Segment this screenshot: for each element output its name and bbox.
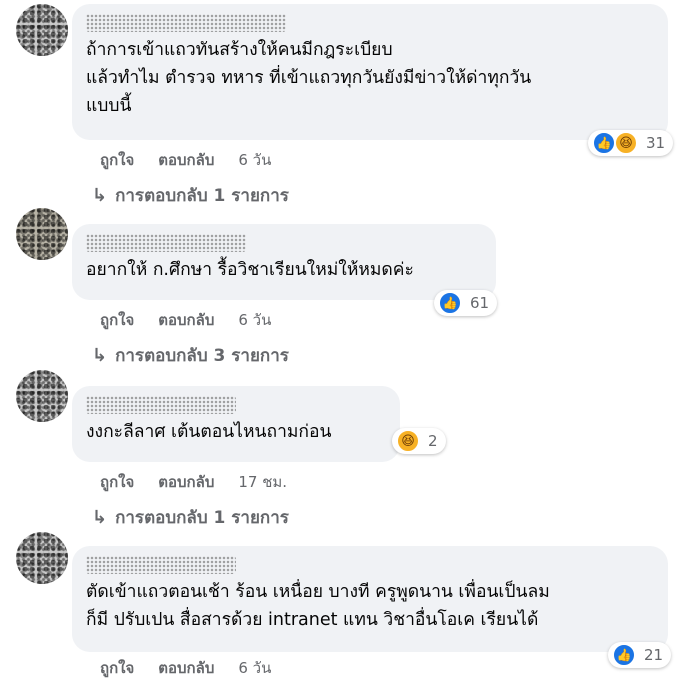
view-replies-link[interactable]: ↳ การตอบกลับ 1 รายการ: [92, 504, 289, 531]
author-name-blurred[interactable]: [86, 396, 236, 414]
comment-actions: ถูกใจ ตอบกลับ 17 ชม.: [100, 470, 287, 494]
timestamp[interactable]: 6 วัน: [238, 656, 271, 680]
replies-label: การตอบกลับ 3 รายการ: [115, 346, 289, 366]
avatar[interactable]: [16, 4, 68, 56]
comment-actions: ถูกใจ ตอบกลับ 6 วัน: [100, 148, 271, 172]
timestamp[interactable]: 6 วัน: [238, 308, 271, 332]
view-replies-link[interactable]: ↳ การตอบกลับ 1 รายการ: [92, 182, 289, 209]
author-name-blurred[interactable]: [86, 14, 286, 32]
reaction-summary[interactable]: 👍 😆 31: [588, 130, 674, 156]
replies-label: การตอบกลับ 1 รายการ: [115, 186, 289, 206]
replies-label: การตอบกลับ 1 รายการ: [115, 508, 289, 528]
reply-button[interactable]: ตอบกลับ: [158, 308, 214, 332]
comment-bubble: งงกะลีลาศ เต้นตอนไหนถามก่อน: [72, 386, 400, 462]
reply-arrow-icon: ↳: [92, 507, 108, 528]
comment-actions: ถูกใจ ตอบกลับ 6 วัน: [100, 308, 271, 332]
avatar[interactable]: [16, 208, 68, 260]
view-replies-link[interactable]: ↳ การตอบกลับ 3 รายการ: [92, 342, 289, 369]
avatar[interactable]: [16, 532, 68, 584]
like-button[interactable]: ถูกใจ: [100, 656, 134, 680]
reaction-count: 21: [644, 646, 664, 664]
like-icon: 👍: [592, 131, 616, 155]
author-name-blurred[interactable]: [86, 234, 246, 252]
comment-text: ตัดเข้าแถวตอนเช้า ร้อน เหนื่อย บางที ครู…: [86, 582, 550, 630]
reply-button[interactable]: ตอบกลับ: [158, 656, 214, 680]
reply-arrow-icon: ↳: [92, 345, 108, 366]
like-button[interactable]: ถูกใจ: [100, 470, 134, 494]
reaction-count: 61: [470, 294, 490, 312]
timestamp[interactable]: 17 ชม.: [238, 470, 287, 494]
like-icon: 👍: [612, 643, 636, 667]
reaction-count: 31: [646, 134, 666, 152]
reaction-count: 2: [428, 432, 438, 450]
comment-actions: ถูกใจ ตอบกลับ 6 วัน: [100, 656, 271, 680]
haha-icon: 😆: [614, 131, 638, 155]
author-name-blurred[interactable]: [86, 556, 236, 574]
reply-button[interactable]: ตอบกลับ: [158, 470, 214, 494]
reply-button[interactable]: ตอบกลับ: [158, 148, 214, 172]
like-button[interactable]: ถูกใจ: [100, 148, 134, 172]
like-icon: 👍: [438, 291, 462, 315]
reaction-summary[interactable]: 😆 2: [392, 428, 446, 454]
comment-bubble: อยากให้ ก.ศึกษา รื้อวิชาเรียนใหม่ให้หมดค…: [72, 224, 496, 300]
comment-text: อยากให้ ก.ศึกษา รื้อวิชาเรียนใหม่ให้หมดค…: [86, 260, 414, 280]
comment-text: ถ้าการเข้าแถวทันสร้างให้คนมีกฎระเบียบ แล…: [86, 40, 532, 116]
reaction-summary[interactable]: 👍 61: [434, 290, 498, 316]
like-button[interactable]: ถูกใจ: [100, 308, 134, 332]
reaction-summary[interactable]: 👍 21: [608, 642, 672, 668]
reply-arrow-icon: ↳: [92, 185, 108, 206]
comment-text: งงกะลีลาศ เต้นตอนไหนถามก่อน: [86, 422, 332, 442]
haha-icon: 😆: [396, 429, 420, 453]
timestamp[interactable]: 6 วัน: [238, 148, 271, 172]
avatar[interactable]: [16, 370, 68, 422]
comment-bubble: ตัดเข้าแถวตอนเช้า ร้อน เหนื่อย บางที ครู…: [72, 546, 668, 652]
comment-bubble: ถ้าการเข้าแถวทันสร้างให้คนมีกฎระเบียบ แล…: [72, 4, 668, 140]
